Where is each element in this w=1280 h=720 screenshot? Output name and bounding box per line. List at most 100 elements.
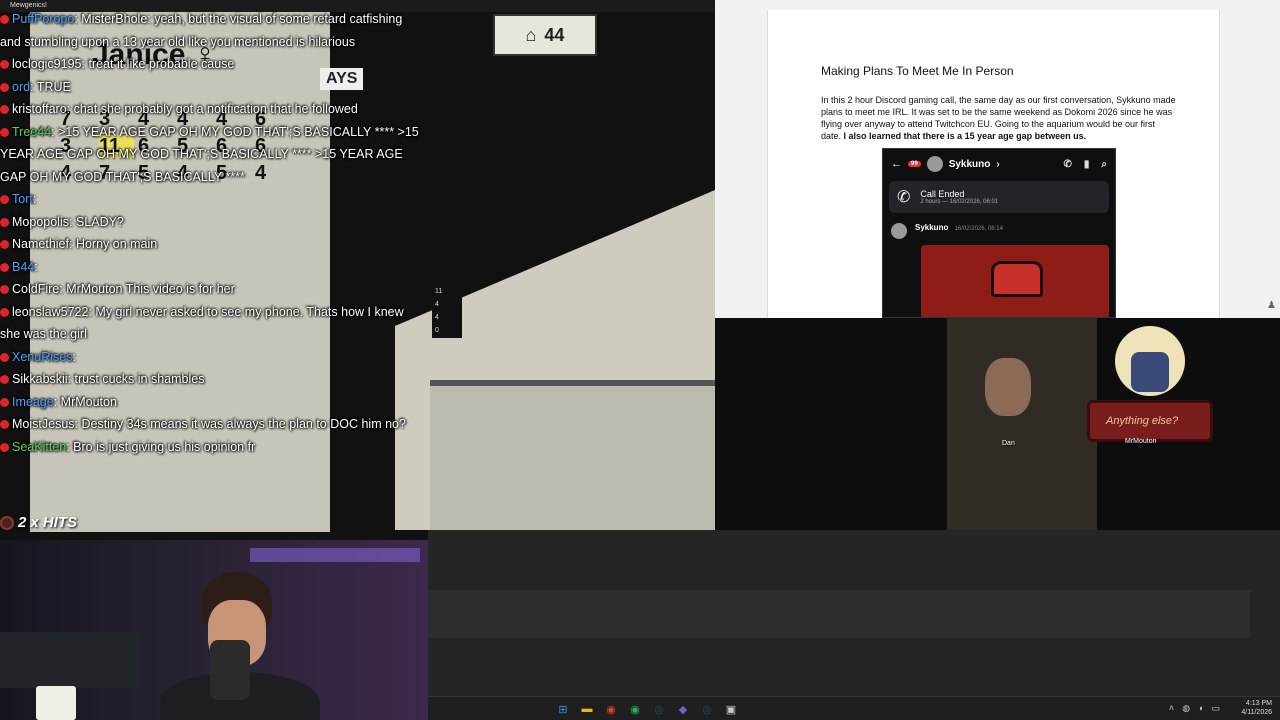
user-badge-icon — [0, 442, 9, 452]
hat-image — [991, 261, 1043, 297]
game-icon[interactable]: ▣ — [722, 700, 740, 718]
chat-colon: : — [68, 237, 76, 251]
chat-username[interactable]: SeaKitten — [12, 440, 66, 454]
user-badge-icon — [0, 127, 9, 137]
contact-arrow-icon: › — [996, 158, 1000, 170]
day-counter-value: 44 — [544, 24, 565, 45]
coffee-cup — [36, 686, 76, 720]
unread-badge: 99 — [908, 161, 921, 167]
start-icon[interactable]: ⊞ — [554, 700, 572, 718]
chat-message: PuffPoropo: MisterBhole: yeah, but the v… — [0, 8, 420, 53]
chat-message: Mopopolis: SLADY? — [0, 211, 420, 234]
chat-text: MrMouton — [60, 394, 117, 409]
chat-username[interactable]: ColdFire — [12, 282, 59, 296]
chat-username[interactable]: kristoffaro — [12, 102, 67, 116]
avatar — [926, 156, 943, 172]
chat-message: MoistJesus: Destiny 34s means it was alw… — [0, 413, 420, 436]
chat-message: SeaKitten: Bro is just giving us his opi… — [0, 436, 420, 459]
chat-username[interactable]: Tree44 — [12, 125, 51, 139]
steam-icon[interactable]: ◎ — [698, 700, 716, 718]
phone-screenshot: ← 99 Sykkuno › ✆ ▮ ⌕ ✆ Call Ended 2 hour… — [882, 148, 1116, 318]
chat-message: Sikkabskii: trust cucks in shambles — [0, 368, 420, 391]
clock-date: 4/11/2026 — [1241, 709, 1272, 716]
chat-colon: : — [53, 394, 61, 409]
chat-message: Namethief: Horny on main — [0, 233, 420, 256]
contact-name: Sykkuno — [948, 158, 991, 170]
chat-username[interactable]: B44 — [12, 260, 34, 274]
back-arrow-icon: ← — [891, 158, 902, 170]
chat-message: ord: TRUE — [0, 76, 420, 99]
chat-username[interactable]: Sikkabskii — [12, 372, 68, 386]
person-icon: ♟ — [1267, 300, 1276, 311]
chat-text: Horny on main — [75, 237, 158, 251]
chevron-up-icon[interactable]: ˄ — [1169, 703, 1174, 714]
chat-username[interactable]: MoistJesus — [12, 417, 75, 431]
chat-username[interactable]: XenuRises — [12, 350, 72, 364]
chat-colon: : — [72, 349, 76, 364]
floor-stripe — [428, 590, 1250, 638]
user-badge-icon — [0, 105, 9, 115]
hits-counter: 2 x HITS — [0, 514, 77, 531]
chat-text: trust cucks in shambles — [74, 372, 205, 386]
document-bold-sentence: I also learned that there is a 15 year a… — [843, 131, 1087, 141]
folder-icon[interactable]: ▬ — [578, 700, 596, 718]
chat-message: kristoffaro: chat she probably got a not… — [0, 98, 420, 121]
house-icon: ⌂ — [525, 24, 537, 45]
user-badge-icon — [0, 420, 9, 430]
chat-colon: : — [66, 102, 74, 116]
chat-username[interactable]: Tort — [12, 192, 33, 206]
user-badge-icon — [0, 352, 9, 362]
side-counter: 0 — [435, 327, 439, 334]
video-icon: ▮ — [1083, 158, 1090, 170]
day-counter: ⌂ 44 — [493, 14, 597, 56]
user-badge-icon — [0, 195, 9, 205]
chat-colon: : — [32, 192, 37, 206]
chat-overlay: PuffPoropo: MisterBhole: yeah, but the v… — [0, 8, 420, 458]
mrmouton-avatar: Anything else? MrMouton — [1087, 318, 1227, 468]
chat-text: Bro is just giving us his opinion fr — [73, 439, 256, 454]
chat-text: SLADY? — [75, 214, 124, 229]
house-floor — [430, 380, 715, 530]
app-icon[interactable]: ◆ — [674, 700, 692, 718]
user-badge-icon — [0, 307, 9, 317]
chat-message: Imeage: MrMouton — [0, 391, 420, 414]
volume-icon[interactable]: ◖ — [1198, 703, 1203, 714]
chat-username[interactable]: Namethief — [12, 237, 69, 251]
chat-message: loclogic9195: treat it like probable cau… — [0, 53, 420, 76]
document-heading: Making Plans To Meet Me In Person — [821, 64, 1014, 78]
call-icon: ✆ — [1063, 158, 1072, 170]
message-time: 16/02/2026, 06:14 — [954, 226, 1003, 232]
chrome-icon[interactable]: ◉ — [602, 700, 620, 718]
search-icon: ⌕ — [1101, 158, 1107, 170]
shelf — [0, 632, 140, 688]
battery-icon[interactable]: ▭ — [1211, 703, 1220, 714]
clock[interactable]: 4:13 PM 4/11/2026 — [1241, 699, 1272, 717]
phone-icon: ✆ — [897, 189, 911, 206]
dan-webcam: Dan — [947, 318, 1097, 530]
call-subtitle: 2 hours — 16/02/2026, 06:01 — [920, 199, 999, 205]
chat-username[interactable]: leonslaw5722 — [12, 305, 88, 319]
chat-username[interactable]: PuffPoropo — [12, 12, 74, 26]
phone-actions: ✆ ▮ ⌕ — [1063, 159, 1107, 170]
hits-label: x HITS — [30, 514, 78, 531]
chat-username[interactable]: ord — [12, 80, 30, 94]
hit-icon — [0, 515, 14, 530]
call-ended-card: ✆ Call Ended 2 hours — 16/02/2026, 06:01 — [889, 181, 1109, 213]
chat-message: Tort: — [0, 188, 420, 211]
spotify-icon[interactable]: ◉ — [626, 700, 644, 718]
system-tray: ˄ ◍ ◖ ▭ — [1169, 703, 1220, 714]
chat-username[interactable]: Imeage — [12, 395, 54, 409]
chat-username[interactable]: Mopopolis — [12, 215, 69, 229]
user-badge-icon — [0, 240, 9, 250]
steam-icon[interactable]: ◎ — [650, 700, 668, 718]
network-icon[interactable]: ◍ — [1182, 703, 1190, 714]
mouton-sign-text: Anything else? — [1106, 415, 1179, 427]
chat-username[interactable]: loclogic9195 — [12, 57, 82, 71]
chat-message: XenuRises: — [0, 346, 420, 369]
streamer-webcam — [0, 540, 428, 720]
dan-label: Dan — [1002, 440, 1015, 447]
chat-colon: : — [34, 259, 38, 274]
chat-text: chat she probably got a notification tha… — [73, 102, 358, 116]
taskbar-apps: ⊞ ▬ ◉ ◉ ◎ ◆ ◎ ▣ — [554, 700, 740, 718]
chat-colon: : — [68, 214, 76, 229]
